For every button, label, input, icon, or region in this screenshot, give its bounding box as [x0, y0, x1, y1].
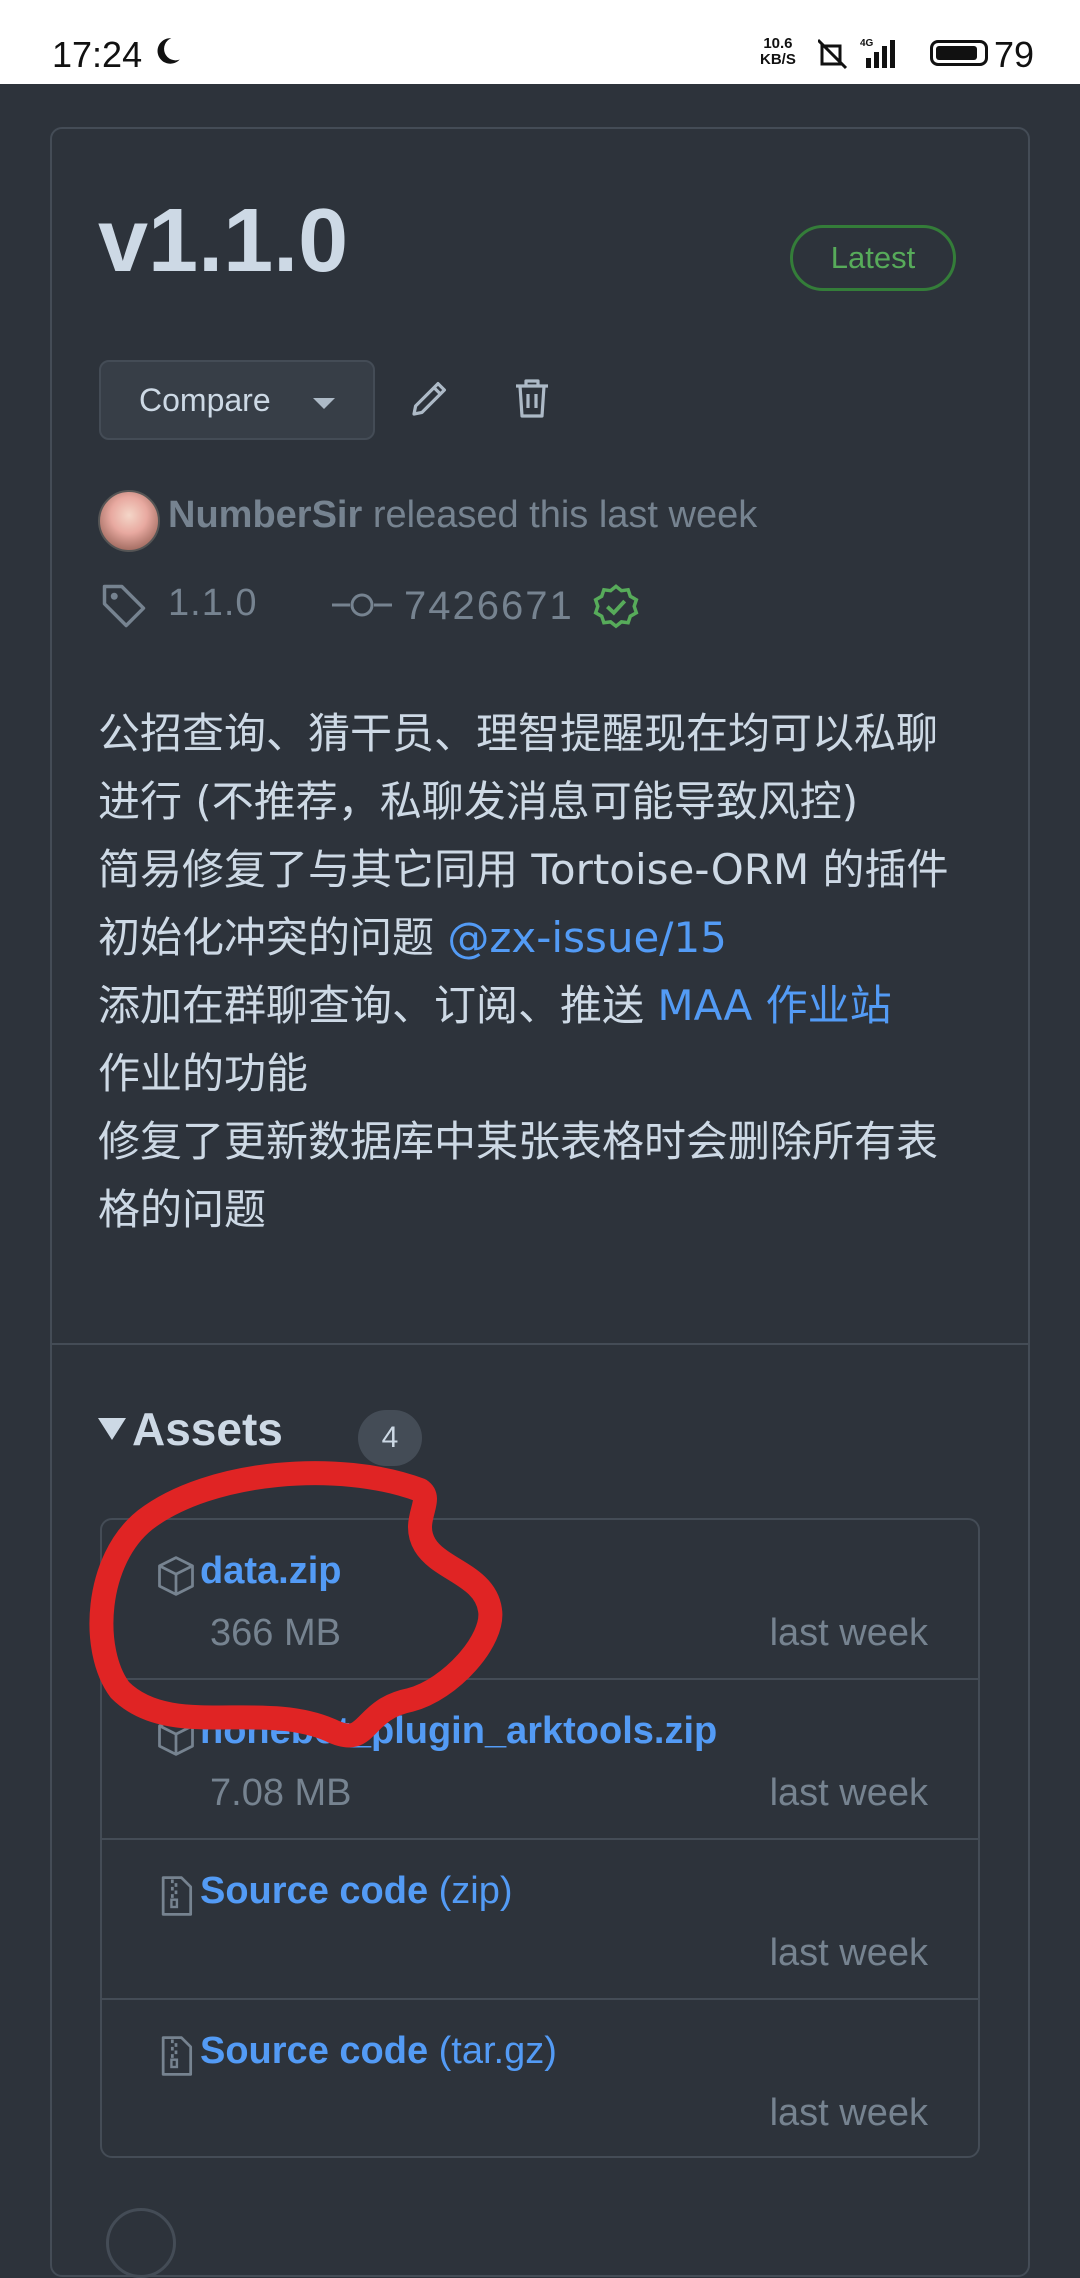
assets-title: Assets [132, 1403, 283, 1455]
asset-row[interactable]: nonebot_plugin_arktools.zip 7.08 MB last… [102, 1680, 978, 1840]
release-version[interactable]: v1.1.0 [98, 190, 348, 293]
file-zip-icon [161, 2036, 193, 2076]
status-time: 17:24 [52, 34, 143, 75]
release-notes: 公招查询、猜干员、理智提醒现在均可以私聊进行 (不推荐，私聊发消息可能导致风控)… [98, 700, 978, 1244]
reactions-icon[interactable] [106, 2208, 176, 2278]
asset-size: 7.08 MB [210, 1772, 352, 1814]
asset-name-link[interactable]: Source code (zip) [200, 1870, 513, 1913]
asset-date: last week [769, 2092, 928, 2134]
tag-icon [102, 584, 146, 628]
avatar[interactable] [98, 490, 160, 552]
package-icon [158, 1556, 194, 1596]
asset-size: 366 MB [210, 1612, 341, 1654]
file-zip-icon [161, 1876, 193, 1916]
author-link[interactable]: NumberSir [168, 494, 362, 536]
status-bar: 17:24 10.6 KB/S 4G 79 [0, 0, 1080, 84]
note-line-1: 公招查询、猜干员、理智提醒现在均可以私聊进行 (不推荐，私聊发消息可能导致风控) [98, 709, 939, 826]
assets-count-badge: 4 [358, 1410, 422, 1466]
released-text: released this last week [372, 494, 758, 536]
moon-icon [157, 38, 180, 64]
compare-label: Compare [139, 382, 271, 418]
commit-link[interactable]: 7426671 [404, 584, 574, 629]
asset-row[interactable]: Source code (zip) last week [102, 1840, 978, 2000]
latest-badge: Latest [790, 225, 956, 291]
verified-icon[interactable] [590, 582, 642, 634]
asset-row[interactable]: data.zip 366 MB last week [102, 1520, 978, 1680]
note-line-2: 简易修复了与其它同用 Tortoise-ORM 的插件初始化冲突的问题 @zx-… [98, 845, 949, 962]
asset-date: last week [769, 1772, 928, 1814]
assets-list: data.zip 366 MB last week nonebot_plugin… [100, 1518, 980, 2158]
asset-date: last week [769, 1612, 928, 1654]
maa-link[interactable]: MAA 作业站 [657, 981, 891, 1030]
pencil-icon[interactable] [406, 374, 454, 422]
asset-row[interactable]: Source code (tar.gz) last week [102, 2000, 978, 2156]
note-line-3: 添加在群聊查询、订阅、推送 MAA 作业站 作业的功能 [98, 981, 892, 1098]
asset-date: last week [769, 1932, 928, 1974]
issue-link[interactable]: @zx-issue/15 [447, 913, 727, 962]
note-line-4: 修复了更新数据库中某张表格时会删除所有表格的问题 [98, 1117, 939, 1234]
package-icon [158, 1716, 194, 1756]
asset-name-link[interactable]: data.zip [200, 1550, 341, 1593]
git-commit-icon [332, 593, 392, 617]
asset-name-link[interactable]: nonebot_plugin_arktools.zip [200, 1710, 717, 1753]
asset-name-link[interactable]: Source code (tar.gz) [200, 2030, 557, 2073]
battery-icon [930, 40, 988, 66]
signal-icons: 4G [818, 38, 895, 70]
trash-icon[interactable] [508, 374, 556, 422]
tag-link[interactable]: 1.1.0 [168, 582, 258, 625]
release-meta: NumberSir released this last week [168, 494, 757, 537]
battery-level: 79 [994, 34, 1035, 75]
assets-toggle[interactable]: Assets [98, 1402, 283, 1456]
triangle-down-icon [98, 1417, 126, 1440]
network-speed: 10.6 KB/S [760, 35, 796, 68]
network-type: 4G [860, 38, 874, 49]
chevron-down-icon [313, 398, 335, 409]
compare-button[interactable]: Compare [99, 360, 375, 440]
divider [50, 1343, 1030, 1345]
